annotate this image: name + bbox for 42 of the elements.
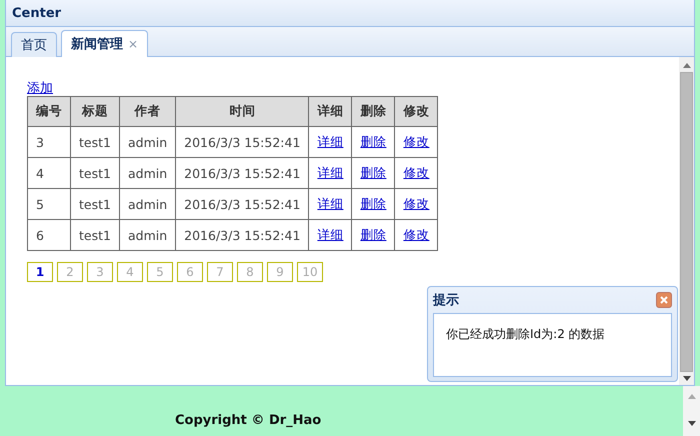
- column-header: 作者: [119, 96, 176, 126]
- close-button[interactable]: [656, 292, 672, 308]
- column-header: 删除: [352, 96, 395, 126]
- table-cell: admin: [119, 220, 176, 250]
- column-header: 修改: [394, 96, 438, 126]
- table-cell: 6: [28, 220, 70, 250]
- table-cell: test1: [70, 220, 120, 250]
- scroll-up-icon[interactable]: [682, 63, 690, 68]
- column-header: 标题: [70, 96, 120, 126]
- column-header: 时间: [176, 96, 309, 126]
- table-cell: admin: [119, 188, 176, 220]
- close-icon[interactable]: [659, 295, 669, 305]
- page-button[interactable]: 1: [27, 262, 53, 282]
- column-header: 详细: [308, 96, 352, 126]
- table-cell: admin: [119, 158, 176, 188]
- table-cell: 2016/3/3 15:52:41: [176, 126, 309, 158]
- dialog-title: 提示: [433, 292, 459, 309]
- tab-label[interactable]: 新闻管理: [71, 35, 123, 53]
- table-cell: test1: [70, 188, 120, 220]
- table-cell: 4: [28, 158, 70, 188]
- page-scrollbar[interactable]: [683, 386, 700, 436]
- table-cell: test1: [70, 126, 120, 158]
- panel-title: Center: [12, 6, 62, 20]
- tab[interactable]: 新闻管理 ×: [61, 30, 148, 57]
- table-cell: 3: [28, 126, 70, 158]
- table-cell: test1: [70, 158, 120, 188]
- table-cell: 2016/3/3 15:52:41: [176, 220, 309, 250]
- scroll-down-icon[interactable]: [688, 421, 696, 426]
- scroll-down-icon[interactable]: [682, 376, 690, 381]
- scroll-up-icon[interactable]: [688, 394, 696, 399]
- column-header: 编号: [28, 96, 70, 126]
- add-link[interactable]: 添加: [27, 81, 53, 96]
- scroll-thumb[interactable]: [680, 72, 693, 372]
- table-cell: 2016/3/3 15:52:41: [176, 188, 309, 220]
- table-cell: admin: [119, 126, 176, 158]
- dialog-message: 你已经成功删除Id为:2 的数据: [446, 327, 605, 341]
- copyright-text: Copyright © Dr_Hao: [175, 412, 322, 428]
- table-cell: 2016/3/3 15:52:41: [176, 158, 309, 188]
- table-cell: 5: [28, 188, 70, 220]
- tab[interactable]: 首页: [11, 32, 57, 57]
- tab-label[interactable]: 首页: [21, 36, 47, 54]
- scrollbar[interactable]: [679, 57, 694, 385]
